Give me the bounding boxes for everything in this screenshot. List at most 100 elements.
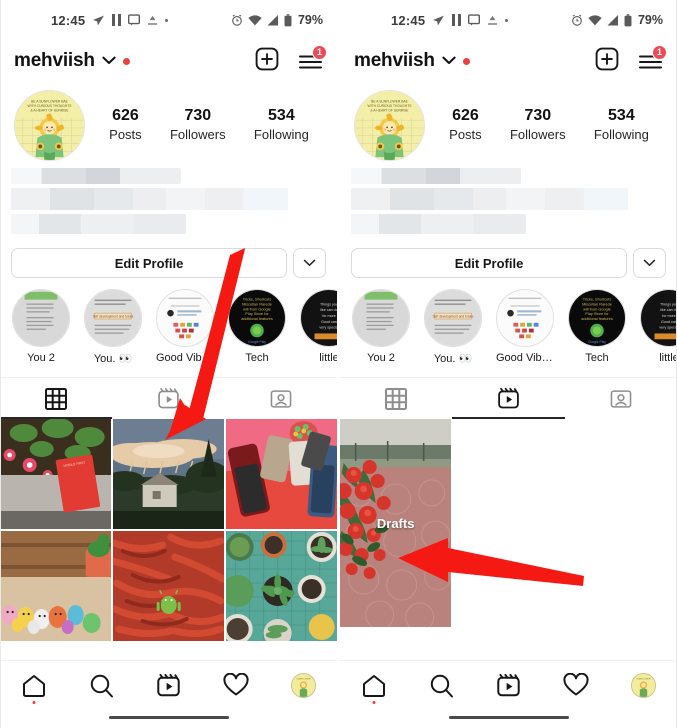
wifi-icon: [248, 14, 262, 26]
stat-posts-label: Posts: [109, 127, 142, 143]
highlight-item-4[interactable]: Things you like can do for more Good can…: [640, 289, 677, 365]
post-succulents-pots[interactable]: [225, 530, 337, 641]
stat-following[interactable]: 534 Following: [594, 106, 649, 145]
header-actions-right: 1: [595, 44, 667, 76]
tab-tagged-left[interactable]: [225, 378, 337, 419]
chevron-down-icon[interactable]: [442, 52, 456, 70]
highlight-thumb-0: [352, 289, 410, 347]
highlight-label-2: Good Vibes O...: [156, 352, 214, 364]
post-flowers-red-card[interactable]: MOBILE FIRST: [0, 419, 112, 529]
drafts-thumbnail-red-flowers[interactable]: Drafts: [340, 419, 452, 627]
post-toy-figures[interactable]: [0, 530, 112, 641]
post-grid-left: MOBILE FIRST: [0, 419, 337, 641]
profile-username[interactable]: mehviish: [14, 50, 95, 72]
nav-activity[interactable]: [542, 673, 609, 697]
status-bar-right: 12:45 79%: [340, 0, 677, 40]
chevron-down-icon[interactable]: [102, 52, 116, 70]
hamburger-menu-icon[interactable]: 1: [298, 44, 327, 71]
highlight-item-3[interactable]: Tricks, Shortcuts Miscellan Rarede will …: [568, 289, 626, 365]
svg-text:BE A SUNFLOWER BAE: BE A SUNFLOWER BAE: [31, 99, 68, 103]
profile-more-button[interactable]: [293, 248, 326, 278]
chevron-down-icon: [643, 259, 656, 266]
stat-following[interactable]: 534 Following: [254, 106, 309, 145]
tab-reels-left[interactable]: [112, 378, 224, 419]
highlight-label-3: Tech: [245, 352, 269, 364]
profile-avatar-icon: SUNFLOWER: [290, 673, 316, 698]
edit-profile-button[interactable]: Edit Profile: [351, 248, 627, 278]
nav-search[interactable]: [67, 673, 134, 698]
highlight-label-3: Tech: [585, 352, 609, 364]
nav-profile[interactable]: SUNFLOWER: [610, 673, 677, 698]
bio-line-1: [351, 168, 521, 184]
stat-followers[interactable]: 730 Followers: [170, 106, 226, 145]
tagged-person-icon: [270, 389, 292, 408]
highlight-item-2[interactable]: Good Vibes O...: [156, 289, 214, 365]
hamburger-menu-icon[interactable]: 1: [638, 44, 667, 71]
stat-followers[interactable]: 730 Followers: [510, 106, 566, 145]
profile-avatar-icon: SUNFLOWER: [630, 673, 656, 698]
edit-profile-button[interactable]: Edit Profile: [11, 248, 287, 278]
stat-posts[interactable]: 626 Posts: [449, 106, 482, 145]
svg-text:like can do: like can do: [660, 308, 677, 312]
post-sunset-clouds[interactable]: [112, 419, 225, 529]
grid-icon: [45, 387, 68, 410]
svg-text:Self development and future: Self development and future: [93, 315, 134, 319]
nav-home[interactable]: [0, 673, 67, 704]
tab-grid-right[interactable]: [340, 378, 452, 419]
svg-text:Good can: Good can: [661, 320, 677, 324]
nav-home[interactable]: [340, 673, 407, 704]
nav-activity[interactable]: [202, 673, 269, 697]
highlight-item-0[interactable]: You 2: [12, 289, 70, 365]
search-icon: [90, 674, 113, 698]
profile-avatar[interactable]: BE A SUNFLOWER BAE WITH CURIOUS THOUGHTS…: [354, 89, 425, 161]
highlight-label-1: You. 👀: [433, 353, 473, 365]
nav-home-dot: [32, 701, 36, 704]
profile-avatar[interactable]: BE A SUNFLOWER BAE WITH CURIOUS THOUGHTS…: [14, 89, 85, 161]
right-phone-screen: 12:45 79% mehviish 1 BE A SUNFLOWER BAE …: [340, 0, 677, 728]
highlight-item-3[interactable]: Tricks, Shortcuts Miscellan Rarede will …: [228, 289, 286, 365]
highlight-item-1[interactable]: Self development and future You. 👀: [424, 289, 482, 365]
highlight-item-1[interactable]: Self development and future You. 👀: [84, 289, 142, 365]
status-bar-right-right-icons: 79%: [571, 13, 663, 27]
tab-reels-right[interactable]: [452, 378, 565, 419]
svg-text:Google Play: Google Play: [588, 340, 606, 344]
bottom-nav-right: SUNFLOWER: [340, 660, 677, 728]
add-post-icon[interactable]: [595, 47, 619, 76]
svg-text:WITH CURIOUS THOUGHTS: WITH CURIOUS THOUGHTS: [368, 104, 413, 108]
status-time: 12:45: [51, 12, 86, 28]
highlight-item-0[interactable]: You 2: [352, 289, 410, 365]
stat-followers-label: Followers: [509, 127, 566, 143]
status-badge-dot: [462, 57, 470, 65]
post-red-chillies-android[interactable]: [112, 530, 225, 641]
highlight-thumb-2: [156, 289, 214, 347]
profile-summary-right: BE A SUNFLOWER BAE WITH CURIOUS THOUGHTS…: [340, 82, 677, 162]
tab-tagged-right[interactable]: [565, 378, 677, 419]
stat-posts[interactable]: 626 Posts: [109, 106, 142, 145]
nav-search[interactable]: [407, 673, 474, 698]
story-highlights-right: You 2 Self development and future You. 👀: [340, 278, 677, 365]
tab-underline: [452, 417, 565, 419]
profile-username[interactable]: mehviish: [354, 50, 435, 72]
nav-reels[interactable]: [475, 673, 542, 698]
profile-more-button[interactable]: [633, 248, 666, 278]
svg-text:BE A SUNFLOWER BAE: BE A SUNFLOWER BAE: [371, 99, 408, 103]
message-icon: [468, 14, 481, 26]
svg-text:Play Store for: Play Store for: [245, 312, 269, 316]
add-post-icon[interactable]: [255, 47, 279, 76]
tab-grid-left[interactable]: [0, 378, 113, 419]
stat-followers-number: 730: [184, 106, 212, 124]
highlight-item-2[interactable]: Good Vibes O...: [496, 289, 554, 365]
upload-icon: [487, 15, 498, 26]
post-phones-pink-background[interactable]: [225, 419, 337, 529]
nav-profile[interactable]: SUNFLOWER: [270, 673, 337, 698]
upload-icon: [147, 15, 158, 26]
nav-reels[interactable]: [135, 673, 202, 698]
svg-text:like can do: like can do: [320, 308, 337, 312]
svg-text:Self development and future: Self development and future: [433, 315, 474, 319]
battery-percent: 79%: [297, 13, 323, 27]
svg-text:SUNFLOWER: SUNFLOWER: [296, 679, 310, 681]
home-icon: [22, 675, 45, 697]
highlight-item-4[interactable]: Things you like can do for more Good can…: [300, 289, 337, 365]
svg-text:Things you: Things you: [320, 302, 337, 306]
highlight-thumb-1: Self development and future: [84, 289, 142, 347]
